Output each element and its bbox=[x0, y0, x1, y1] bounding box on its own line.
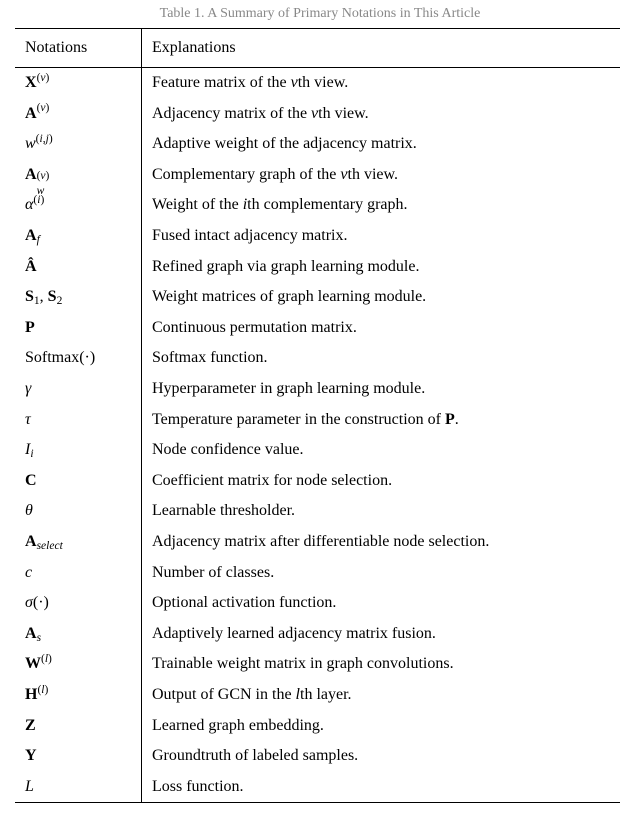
explanation-cell: Loss function. bbox=[142, 771, 621, 802]
table-row: γHyperparameter in graph learning module… bbox=[15, 374, 620, 405]
table-row: X(v)Feature matrix of the vth view. bbox=[15, 67, 620, 98]
table-row: ZLearned graph embedding. bbox=[15, 710, 620, 741]
table-row: ÂRefined graph via graph learning module… bbox=[15, 251, 620, 282]
notation-cell: γ bbox=[15, 374, 142, 405]
explanation-cell: Temperature parameter in the constructio… bbox=[142, 404, 621, 435]
explanation-cell: Optional activation function. bbox=[142, 588, 621, 619]
table-row: YGroundtruth of labeled samples. bbox=[15, 741, 620, 772]
notation-cell: Y bbox=[15, 741, 142, 772]
table-row: LLoss function. bbox=[15, 771, 620, 802]
notation-cell: α(i) bbox=[15, 190, 142, 221]
notation-cell: W(l) bbox=[15, 649, 142, 680]
explanation-cell: Adjacency matrix of the vth view. bbox=[142, 98, 621, 129]
table-row: PContinuous permutation matrix. bbox=[15, 312, 620, 343]
explanation-cell: Fused intact adjacency matrix. bbox=[142, 221, 621, 252]
explanation-cell: Groundtruth of labeled samples. bbox=[142, 741, 621, 772]
table-row: H(l)Output of GCN in the lth layer. bbox=[15, 679, 620, 710]
explanation-cell: Refined graph via graph learning module. bbox=[142, 251, 621, 282]
explanation-cell: Adaptively learned adjacency matrix fusi… bbox=[142, 618, 621, 649]
table-row: W(l)Trainable weight matrix in graph con… bbox=[15, 649, 620, 680]
notation-cell: σ(·) bbox=[15, 588, 142, 619]
table-row: CCoefficient matrix for node selection. bbox=[15, 465, 620, 496]
notation-table: NotationsExplanationsX(v)Feature matrix … bbox=[15, 28, 620, 803]
notation-cell: A(v) bbox=[15, 98, 142, 129]
notation-cell: H(l) bbox=[15, 679, 142, 710]
explanation-cell: Learned graph embedding. bbox=[142, 710, 621, 741]
table-row: τTemperature parameter in the constructi… bbox=[15, 404, 620, 435]
table-row: cNumber of classes. bbox=[15, 557, 620, 588]
table-row: α(i)Weight of the ith complementary grap… bbox=[15, 190, 620, 221]
table-row: AselectAdjacency matrix after differenti… bbox=[15, 527, 620, 558]
notation-cell: Aselect bbox=[15, 527, 142, 558]
explanation-cell: Output of GCN in the lth layer. bbox=[142, 679, 621, 710]
table-row: σ(·)Optional activation function. bbox=[15, 588, 620, 619]
notation-cell: A(v)w bbox=[15, 159, 142, 190]
explanation-cell: Complementary graph of the vth view. bbox=[142, 159, 621, 190]
table-header-row: NotationsExplanations bbox=[15, 29, 620, 68]
table-row: Softmax(·)Softmax function. bbox=[15, 343, 620, 374]
table-caption: Table 1. A Summary of Primary Notations … bbox=[0, 0, 640, 28]
table-row: A(v)Adjacency matrix of the vth view. bbox=[15, 98, 620, 129]
notation-cell: τ bbox=[15, 404, 142, 435]
notation-cell: As bbox=[15, 618, 142, 649]
notation-cell: Softmax(·) bbox=[15, 343, 142, 374]
explanation-cell: Trainable weight matrix in graph convolu… bbox=[142, 649, 621, 680]
explanation-cell: Weight of the ith complementary graph. bbox=[142, 190, 621, 221]
table-row: S1, S2Weight matrices of graph learning … bbox=[15, 282, 620, 313]
explanation-cell: Adjacency matrix after differentiable no… bbox=[142, 527, 621, 558]
notation-cell: Af bbox=[15, 221, 142, 252]
notation-cell: X(v) bbox=[15, 67, 142, 98]
notation-cell: L bbox=[15, 771, 142, 802]
table-row: θLearnable thresholder. bbox=[15, 496, 620, 527]
table-row: w(i,j)Adaptive weight of the adjacency m… bbox=[15, 129, 620, 160]
explanation-cell: Feature matrix of the vth view. bbox=[142, 67, 621, 98]
notation-cell: C bbox=[15, 465, 142, 496]
explanation-cell: Weight matrices of graph learning module… bbox=[142, 282, 621, 313]
explanation-cell: Hyperparameter in graph learning module. bbox=[142, 374, 621, 405]
notation-cell: S1, S2 bbox=[15, 282, 142, 313]
explanation-cell: Continuous permutation matrix. bbox=[142, 312, 621, 343]
notation-cell: Ii bbox=[15, 435, 142, 466]
table-row: A(v)wComplementary graph of the vth view… bbox=[15, 159, 620, 190]
header-notations: Notations bbox=[15, 29, 142, 68]
notation-cell: θ bbox=[15, 496, 142, 527]
notation-cell: P bbox=[15, 312, 142, 343]
notation-cell: Â bbox=[15, 251, 142, 282]
explanation-cell: Node confidence value. bbox=[142, 435, 621, 466]
notation-cell: c bbox=[15, 557, 142, 588]
explanation-cell: Softmax function. bbox=[142, 343, 621, 374]
table-row: IiNode confidence value. bbox=[15, 435, 620, 466]
explanation-cell: Learnable thresholder. bbox=[142, 496, 621, 527]
explanation-cell: Number of classes. bbox=[142, 557, 621, 588]
explanation-cell: Adaptive weight of the adjacency matrix. bbox=[142, 129, 621, 160]
notation-cell: w(i,j) bbox=[15, 129, 142, 160]
table-row: AfFused intact adjacency matrix. bbox=[15, 221, 620, 252]
explanation-cell: Coefficient matrix for node selection. bbox=[142, 465, 621, 496]
header-explanations: Explanations bbox=[142, 29, 621, 68]
notation-cell: Z bbox=[15, 710, 142, 741]
table-row: AsAdaptively learned adjacency matrix fu… bbox=[15, 618, 620, 649]
